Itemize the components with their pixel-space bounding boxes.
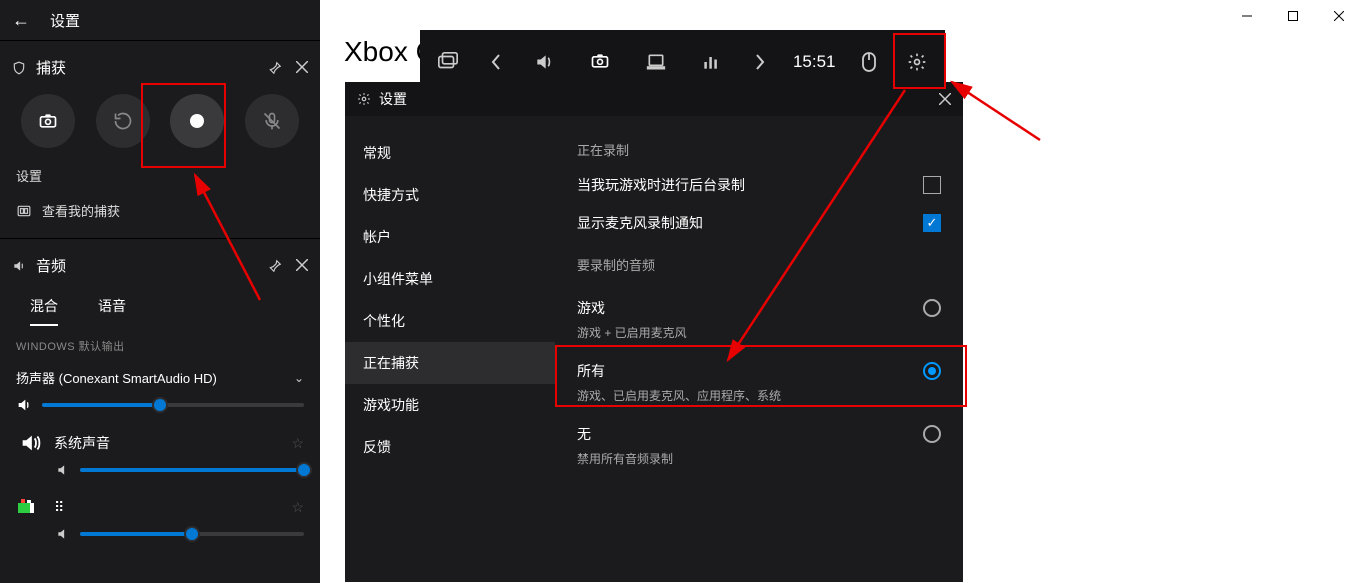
nav-personal[interactable]: 个性化 [345, 300, 555, 342]
settings-content: 正在录制 当我玩游戏时进行后台录制 显示麦克风录制通知 ✓ 要录制的音频 游戏 … [555, 116, 963, 582]
record-dot-icon [190, 114, 204, 128]
radio-on-icon[interactable] [923, 362, 941, 380]
mic-notify-row[interactable]: 显示麦克风录制通知 ✓ [577, 213, 941, 233]
checkbox-unchecked[interactable] [923, 176, 941, 194]
screenshot-button[interactable] [21, 94, 75, 148]
audio-panel: 音频 混合 语音 WINDOWS 默认输出 扬声器 (Conexant Smar… [0, 238, 320, 561]
radio-none[interactable]: 无 禁用所有音频录制 [577, 416, 941, 479]
capture-title: 捕获 [36, 57, 66, 78]
tab-mix[interactable]: 混合 [30, 288, 58, 326]
nav-feedback[interactable]: 反馈 [345, 426, 555, 468]
speaker-small-icon [56, 463, 70, 477]
nav-capturing[interactable]: 正在捕获 [345, 342, 555, 384]
radio-game-title: 游戏 [577, 298, 605, 318]
close-icon[interactable] [939, 93, 951, 105]
output-device-name: 扬声器 (Conexant SmartAudio HD) [16, 368, 284, 387]
radio-all-title: 所有 [577, 361, 605, 381]
system-sound-row: 系统声音 ☆ [0, 423, 320, 463]
capture-settings-link[interactable]: 设置 [0, 158, 320, 193]
radio-none-title: 无 [577, 424, 591, 444]
mic-toggle-button[interactable] [245, 94, 299, 148]
view-captures-link[interactable]: 查看我的捕获 [0, 193, 320, 228]
app2-label: ⠿ [54, 499, 64, 516]
popup-title: 设置 [379, 89, 407, 109]
gallery-icon [16, 204, 32, 218]
bg-record-label: 当我玩游戏时进行后台录制 [577, 175, 745, 195]
minimize-button[interactable] [1224, 0, 1270, 32]
shield-icon [12, 61, 26, 75]
nav-gamefeat[interactable]: 游戏功能 [345, 384, 555, 426]
gamebar-left-column: ← 设置 捕获 [0, 0, 320, 583]
capture-panel: 捕获 设置 [0, 40, 320, 238]
system-sound-label: 系统声音 [54, 433, 110, 453]
speaker-small-icon [56, 527, 70, 541]
gamebar-settings-popup: 设置 常规 快捷方式 帐户 小组件菜单 个性化 正在捕获 游戏功能 反馈 正在录… [345, 82, 963, 582]
system-sound-slider[interactable] [80, 468, 304, 472]
nav-account[interactable]: 帐户 [345, 216, 555, 258]
checkbox-checked[interactable]: ✓ [923, 214, 941, 232]
favorite-icon[interactable]: ☆ [291, 499, 304, 516]
start-record-button[interactable] [170, 94, 224, 148]
nav-widgets[interactable]: 小组件菜单 [345, 258, 555, 300]
output-device-row[interactable]: 扬声器 (Conexant SmartAudio HD) ⌄ [0, 358, 320, 397]
popup-header: 设置 [345, 82, 963, 116]
speaker-icon [12, 259, 26, 273]
close-button[interactable] [1316, 0, 1362, 32]
maximize-button[interactable] [1270, 0, 1316, 32]
audio-to-record-label: 要录制的音频 [577, 255, 941, 274]
settings-header-title: 设置 [50, 10, 80, 31]
gear-icon [357, 92, 371, 106]
audio-title: 音频 [36, 255, 66, 276]
master-volume [0, 397, 320, 423]
radio-all-sub: 游戏、已启用麦克风、应用程序、系统 [577, 387, 941, 404]
record-last-button[interactable] [96, 94, 150, 148]
left-header: ← 设置 [0, 0, 320, 40]
mic-notify-label: 显示麦克风录制通知 [577, 213, 703, 233]
radio-game[interactable]: 游戏 游戏 + 已启用麦克风 [577, 290, 941, 353]
app-icon [16, 493, 44, 521]
radio-off-icon[interactable] [923, 299, 941, 317]
titlebar [320, 0, 1366, 32]
tab-voice[interactable]: 语音 [98, 288, 126, 326]
favorite-icon[interactable]: ☆ [291, 435, 304, 452]
nav-general[interactable]: 常规 [345, 132, 555, 174]
pin-icon[interactable] [268, 259, 282, 273]
radio-off-icon[interactable] [923, 425, 941, 443]
default-output-label: WINDOWS 默认输出 [0, 326, 320, 358]
settings-nav: 常规 快捷方式 帐户 小组件菜单 个性化 正在捕获 游戏功能 反馈 [345, 116, 555, 582]
app2-slider[interactable] [80, 532, 304, 536]
close-icon[interactable] [296, 259, 308, 273]
chevron-down-icon: ⌄ [294, 371, 304, 385]
capture-settings-label: 设置 [16, 166, 42, 185]
back-arrow-icon[interactable]: ← [12, 10, 32, 31]
pin-icon[interactable] [268, 61, 282, 75]
radio-none-sub: 禁用所有音频录制 [577, 450, 941, 467]
master-volume-slider[interactable] [42, 403, 304, 407]
app2-row: ⠿ ☆ [0, 487, 320, 527]
nav-shortcuts[interactable]: 快捷方式 [345, 174, 555, 216]
radio-game-sub: 游戏 + 已启用麦克风 [577, 324, 941, 341]
speaker-icon [16, 397, 32, 413]
close-icon[interactable] [296, 61, 308, 75]
view-captures-label: 查看我的捕获 [42, 201, 120, 220]
recording-section-label: 正在录制 [577, 140, 941, 159]
bg-record-row[interactable]: 当我玩游戏时进行后台录制 [577, 175, 941, 195]
radio-all[interactable]: 所有 游戏、已启用麦克风、应用程序、系统 [577, 353, 941, 416]
speaker-icon [16, 429, 44, 457]
